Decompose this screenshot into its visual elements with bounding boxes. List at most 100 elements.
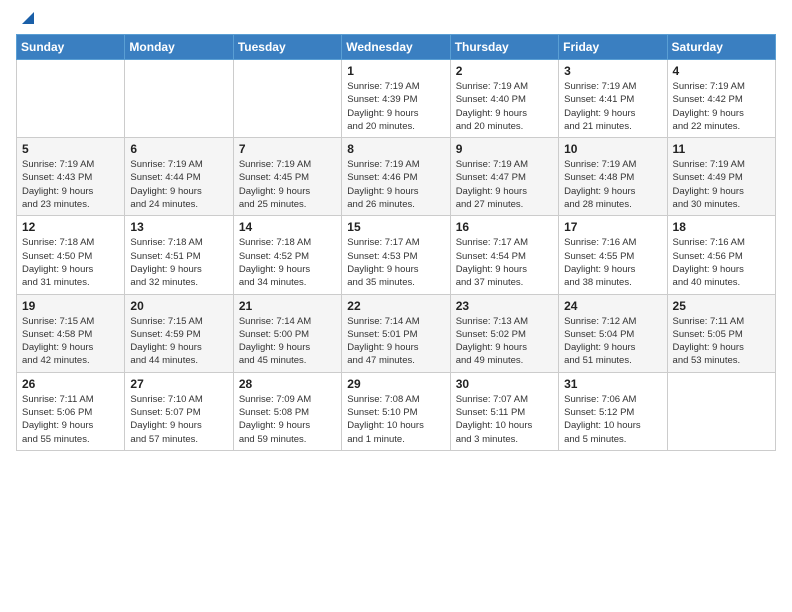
day-number: 18 [673, 220, 770, 234]
day-number: 12 [22, 220, 119, 234]
calendar-table: SundayMondayTuesdayWednesdayThursdayFrid… [16, 34, 776, 451]
day-info: Sunrise: 7:19 AM Sunset: 4:49 PM Dayligh… [673, 158, 770, 211]
day-number: 26 [22, 377, 119, 391]
calendar-cell: 20Sunrise: 7:15 AM Sunset: 4:59 PM Dayli… [125, 294, 233, 372]
logo [16, 12, 38, 24]
day-number: 1 [347, 64, 444, 78]
day-number: 19 [22, 299, 119, 313]
day-info: Sunrise: 7:19 AM Sunset: 4:43 PM Dayligh… [22, 158, 119, 211]
calendar-cell: 29 Sunrise: 7:08 AM Sunset: 5:10 PM Dayli… [342, 372, 450, 450]
day-number: 27 [130, 377, 227, 391]
day-info: Sunrise: 7:19 AM Sunset: 4:42 PM Dayligh… [673, 80, 770, 133]
calendar-cell: 10 Sunrise: 7:19 AM Sunset: 4:48 PM Dayli… [559, 138, 667, 216]
day-info: Sunrise: 7:16 AM Sunset: 4:56 PM Dayligh… [673, 236, 770, 289]
calendar-cell: 14Sunrise: 7:18 AM Sunset: 4:52 PM Dayli… [233, 216, 341, 294]
day-info: Sunrise: 7:19 AM Sunset: 4:45 PM Dayligh… [239, 158, 336, 211]
day-number: 25 [673, 299, 770, 313]
calendar-cell: 13 Sunrise: 7:18 AM Sunset: 4:51 PM Dayli… [125, 216, 233, 294]
calendar-cell: 17 Sunrise: 7:16 AM Sunset: 4:55 PM Dayli… [559, 216, 667, 294]
calendar-cell: 18 Sunrise: 7:16 AM Sunset: 4:56 PM Dayli… [667, 216, 775, 294]
day-info: Sunrise: 7:19 AM Sunset: 4:41 PM Dayligh… [564, 80, 661, 133]
calendar-cell: 15 Sunrise: 7:17 AM Sunset: 4:53 PM Dayli… [342, 216, 450, 294]
day-number: 10 [564, 142, 661, 156]
weekday-header-friday: Friday [559, 35, 667, 60]
weekday-header-sunday: Sunday [17, 35, 125, 60]
day-info: Sunrise: 7:19 AM Sunset: 4:39 PM Dayligh… [347, 80, 444, 133]
calendar-cell: 6 Sunrise: 7:19 AM Sunset: 4:44 PM Daylig… [125, 138, 233, 216]
calendar-cell: 23Sunrise: 7:13 AM Sunset: 5:02 PM Dayli… [450, 294, 558, 372]
calendar-week-row: 19 Sunrise: 7:15 AM Sunset: 4:58 PM Dayli… [17, 294, 776, 372]
weekday-header-saturday: Saturday [667, 35, 775, 60]
calendar-cell: 12Sunrise: 7:18 AM Sunset: 4:50 PM Dayli… [17, 216, 125, 294]
day-info: Sunrise: 7:11 AM Sunset: 5:06 PM Dayligh… [22, 393, 119, 446]
calendar-cell: 27 Sunrise: 7:10 AM Sunset: 5:07 PM Dayli… [125, 372, 233, 450]
day-number: 29 [347, 377, 444, 391]
calendar-cell [233, 60, 341, 138]
day-info: Sunrise: 7:09 AM Sunset: 5:08 PM Dayligh… [239, 393, 336, 446]
day-info: Sunrise: 7:19 AM Sunset: 4:44 PM Dayligh… [130, 158, 227, 211]
weekday-header-row: SundayMondayTuesdayWednesdayThursdayFrid… [17, 35, 776, 60]
day-number: 31 [564, 377, 661, 391]
calendar-week-row: 5 Sunrise: 7:19 AM Sunset: 4:43 PM Daylig… [17, 138, 776, 216]
weekday-header-tuesday: Tuesday [233, 35, 341, 60]
day-number: 5 [22, 142, 119, 156]
day-info: Sunrise: 7:06 AM Sunset: 5:12 PM Dayligh… [564, 393, 661, 446]
page-container: SundayMondayTuesdayWednesdayThursdayFrid… [0, 0, 792, 467]
day-info: Sunrise: 7:15 AM Sunset: 4:58 PM Dayligh… [22, 315, 119, 368]
day-number: 15 [347, 220, 444, 234]
calendar-cell [667, 372, 775, 450]
logo-triangle-icon [18, 8, 38, 28]
day-info: Sunrise: 7:10 AM Sunset: 5:07 PM Dayligh… [130, 393, 227, 446]
day-number: 3 [564, 64, 661, 78]
calendar-cell: 9 Sunrise: 7:19 AM Sunset: 4:47 PM Daylig… [450, 138, 558, 216]
day-number: 30 [456, 377, 553, 391]
day-info: Sunrise: 7:08 AM Sunset: 5:10 PM Dayligh… [347, 393, 444, 446]
calendar-cell: 19 Sunrise: 7:15 AM Sunset: 4:58 PM Dayli… [17, 294, 125, 372]
calendar-cell [17, 60, 125, 138]
day-number: 6 [130, 142, 227, 156]
day-info: Sunrise: 7:11 AM Sunset: 5:05 PM Dayligh… [673, 315, 770, 368]
day-info: Sunrise: 7:17 AM Sunset: 4:53 PM Dayligh… [347, 236, 444, 289]
calendar-cell: 31 Sunrise: 7:06 AM Sunset: 5:12 PM Dayli… [559, 372, 667, 450]
day-number: 4 [673, 64, 770, 78]
day-info: Sunrise: 7:19 AM Sunset: 4:46 PM Dayligh… [347, 158, 444, 211]
day-number: 16 [456, 220, 553, 234]
day-info: Sunrise: 7:19 AM Sunset: 4:48 PM Dayligh… [564, 158, 661, 211]
calendar-cell: 11 Sunrise: 7:19 AM Sunset: 4:49 PM Dayli… [667, 138, 775, 216]
calendar-cell: 7 Sunrise: 7:19 AM Sunset: 4:45 PM Daylig… [233, 138, 341, 216]
day-number: 24 [564, 299, 661, 313]
day-number: 17 [564, 220, 661, 234]
day-number: 23 [456, 299, 553, 313]
calendar-cell: 3 Sunrise: 7:19 AM Sunset: 4:41 PM Daylig… [559, 60, 667, 138]
calendar-cell [125, 60, 233, 138]
calendar-cell: 1 Sunrise: 7:19 AM Sunset: 4:39 PM Daylig… [342, 60, 450, 138]
calendar-cell: 2 Sunrise: 7:19 AM Sunset: 4:40 PM Daylig… [450, 60, 558, 138]
day-info: Sunrise: 7:07 AM Sunset: 5:11 PM Dayligh… [456, 393, 553, 446]
day-number: 20 [130, 299, 227, 313]
day-number: 21 [239, 299, 336, 313]
day-number: 2 [456, 64, 553, 78]
calendar-cell: 22Sunrise: 7:14 AM Sunset: 5:01 PM Dayli… [342, 294, 450, 372]
day-info: Sunrise: 7:17 AM Sunset: 4:54 PM Dayligh… [456, 236, 553, 289]
day-info: Sunrise: 7:14 AM Sunset: 5:01 PM Dayligh… [347, 315, 444, 368]
day-info: Sunrise: 7:16 AM Sunset: 4:55 PM Dayligh… [564, 236, 661, 289]
calendar-week-row: 1 Sunrise: 7:19 AM Sunset: 4:39 PM Daylig… [17, 60, 776, 138]
calendar-cell: 8Sunrise: 7:19 AM Sunset: 4:46 PM Daylig… [342, 138, 450, 216]
calendar-cell: 5 Sunrise: 7:19 AM Sunset: 4:43 PM Daylig… [17, 138, 125, 216]
calendar-cell: 30 Sunrise: 7:07 AM Sunset: 5:11 PM Dayli… [450, 372, 558, 450]
calendar-cell: 26 Sunrise: 7:11 AM Sunset: 5:06 PM Dayli… [17, 372, 125, 450]
day-info: Sunrise: 7:19 AM Sunset: 4:47 PM Dayligh… [456, 158, 553, 211]
day-info: Sunrise: 7:18 AM Sunset: 4:51 PM Dayligh… [130, 236, 227, 289]
calendar-week-row: 12Sunrise: 7:18 AM Sunset: 4:50 PM Dayli… [17, 216, 776, 294]
calendar-cell: 4 Sunrise: 7:19 AM Sunset: 4:42 PM Daylig… [667, 60, 775, 138]
day-info: Sunrise: 7:19 AM Sunset: 4:40 PM Dayligh… [456, 80, 553, 133]
day-number: 11 [673, 142, 770, 156]
day-number: 7 [239, 142, 336, 156]
day-info: Sunrise: 7:18 AM Sunset: 4:52 PM Dayligh… [239, 236, 336, 289]
weekday-header-wednesday: Wednesday [342, 35, 450, 60]
calendar-cell: 21Sunrise: 7:14 AM Sunset: 5:00 PM Dayli… [233, 294, 341, 372]
day-number: 13 [130, 220, 227, 234]
calendar-cell: 24Sunrise: 7:12 AM Sunset: 5:04 PM Dayli… [559, 294, 667, 372]
day-number: 9 [456, 142, 553, 156]
day-number: 28 [239, 377, 336, 391]
